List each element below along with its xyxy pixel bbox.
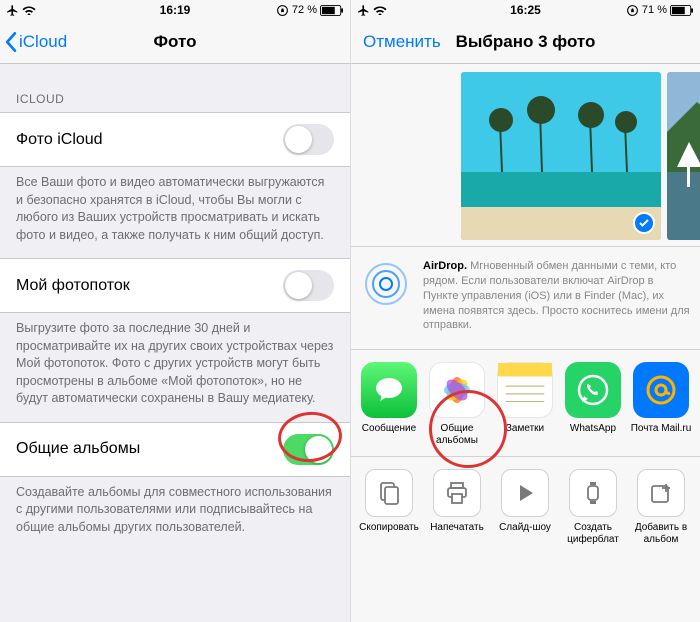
airdrop-icon (361, 259, 411, 333)
row-footer: Выгрузите фото за последние 30 дней и пр… (0, 313, 350, 422)
wifi-icon (373, 5, 387, 15)
page-title: Фото (154, 32, 197, 52)
play-icon (512, 480, 538, 506)
switch-shared-albums[interactable] (283, 434, 334, 465)
switch-photo-icloud[interactable] (283, 124, 334, 155)
switch-photostream[interactable] (283, 270, 334, 301)
row-footer: Все Ваши фото и видео автоматически выгр… (0, 167, 350, 258)
action-label: Добавить в альбом (627, 522, 695, 545)
settings-screen: 16:19 72 % iCloud Фото ICLOUD Фото iClou… (0, 0, 350, 622)
row-photo-icloud[interactable]: Фото iCloud (0, 112, 350, 167)
airplane-icon (6, 4, 19, 17)
battery-icon (670, 5, 694, 16)
battery-percent: 72 % (292, 4, 317, 16)
action-add-to-album[interactable]: Добавить в альбом (627, 469, 695, 545)
selection-strip[interactable] (351, 64, 700, 246)
status-time: 16:19 (160, 3, 191, 17)
messages-icon (372, 373, 406, 407)
row-shared-albums[interactable]: Общие альбомы (0, 422, 350, 477)
rotation-lock-icon (626, 4, 639, 17)
action-copy[interactable]: Скопировать (355, 469, 423, 545)
share-app-shared-albums[interactable]: Общие альбомы (423, 362, 491, 446)
battery-icon (320, 5, 344, 16)
check-icon (633, 212, 655, 234)
share-app-messages[interactable]: Сообщение (355, 362, 423, 446)
status-bar: 16:19 72 % (0, 0, 350, 20)
action-print[interactable]: Напечатать (423, 469, 491, 545)
action-label: Напечатать (423, 522, 491, 544)
app-label: Общие альбомы (423, 423, 491, 446)
chevron-left-icon (4, 31, 17, 53)
airplane-icon (357, 4, 370, 17)
watch-icon (580, 480, 606, 506)
back-label: iCloud (19, 32, 67, 52)
app-label: WhatsApp (559, 423, 627, 445)
share-actions-row[interactable]: Скопировать Напечатать Слайд-шоу Создать… (351, 457, 700, 555)
add-album-icon (648, 480, 674, 506)
action-watchface[interactable]: Создать циферблат (559, 469, 627, 545)
rotation-lock-icon (276, 4, 289, 17)
notes-icon (498, 362, 552, 418)
app-label: Заметки (491, 423, 559, 445)
wifi-icon (22, 5, 36, 15)
share-app-mailru[interactable]: Почта Mail.ru (627, 362, 695, 446)
share-app-notes[interactable]: Заметки (491, 362, 559, 446)
share-apps-row[interactable]: Сообщение Общие альбомы Заметки WhatsApp (351, 350, 700, 457)
app-label: Почта Mail.ru (627, 423, 695, 445)
selected-thumb[interactable] (461, 72, 661, 240)
cancel-button[interactable]: Отменить (351, 32, 441, 52)
status-time: 16:25 (510, 3, 541, 17)
settings-list: ICLOUD Фото iCloud Все Ваши фото и видео… (0, 64, 350, 622)
row-label: Фото iCloud (16, 131, 103, 149)
row-footer: Создавайте альбомы для совместного испол… (0, 477, 350, 551)
action-label: Создать циферблат (559, 522, 627, 545)
status-bar: 16:25 71 % (351, 0, 700, 20)
print-icon (444, 480, 470, 506)
row-photostream[interactable]: Мой фотопоток (0, 258, 350, 313)
battery-percent: 71 % (642, 4, 667, 16)
copy-icon (376, 480, 402, 506)
group-header-icloud: ICLOUD (0, 64, 350, 112)
action-label: Скопировать (355, 522, 423, 544)
nav-bar: Отменить Выбрано 3 фото (351, 20, 700, 64)
airdrop-text: AirDrop. Мгновенный обмен данными с теми… (423, 259, 690, 333)
row-label: Общие альбомы (16, 440, 140, 458)
action-slideshow[interactable]: Слайд-шоу (491, 469, 559, 545)
page-title: Выбрано 3 фото (456, 32, 596, 52)
whatsapp-icon (575, 372, 611, 408)
photos-icon (437, 370, 477, 410)
action-label: Слайд-шоу (491, 522, 559, 544)
share-app-whatsapp[interactable]: WhatsApp (559, 362, 627, 446)
back-button[interactable]: iCloud (0, 31, 67, 53)
airdrop-row[interactable]: AirDrop. Мгновенный обмен данными с теми… (351, 246, 700, 350)
share-sheet-screen: 16:25 71 % Отменить Выбрано 3 фото (350, 0, 700, 622)
share-sheet: AirDrop. Мгновенный обмен данными с теми… (351, 64, 700, 622)
nav-bar: iCloud Фото (0, 20, 350, 64)
selected-thumb[interactable] (667, 72, 700, 240)
app-label: Сообщение (355, 423, 423, 445)
row-label: Мой фотопоток (16, 277, 130, 295)
mailru-icon (642, 371, 680, 409)
